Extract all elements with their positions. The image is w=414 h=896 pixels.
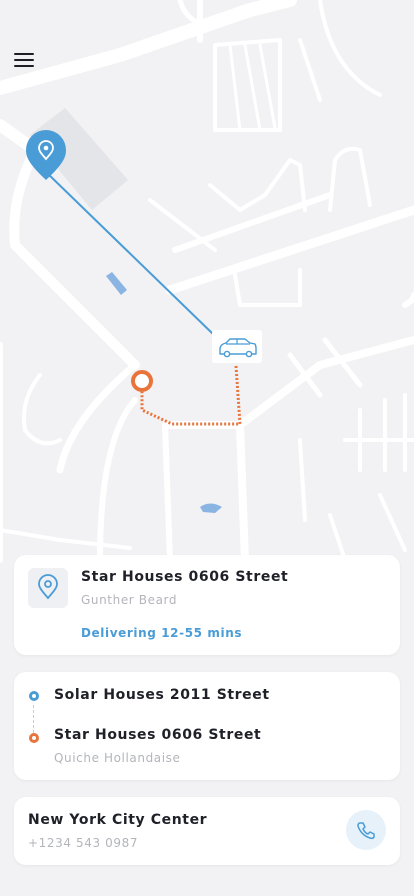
route-card: Solar Houses 2011 Street Star Houses 060… — [14, 672, 400, 780]
origin-dot — [29, 691, 39, 701]
contact-card: New York City Center +1234 543 0987 — [14, 797, 400, 865]
delivery-person: Gunther Beard — [81, 593, 178, 607]
hamburger-menu-icon[interactable] — [12, 50, 36, 70]
delivery-address: Star Houses 0606 Street — [81, 569, 289, 585]
destination-ring-icon[interactable] — [131, 370, 153, 392]
location-pin-icon — [28, 568, 68, 608]
call-button[interactable] — [346, 810, 386, 850]
route-connector — [33, 705, 34, 733]
destination-address: Star Houses 0606 Street — [54, 727, 262, 743]
delivery-eta: Delivering 12-55 mins — [81, 626, 243, 640]
contact-name: New York City Center — [28, 812, 208, 828]
road — [236, 421, 249, 564]
destination-dot — [29, 733, 39, 743]
destination-sub: Quiche Hollandaise — [54, 751, 181, 765]
delivery-card[interactable]: Star Houses 0606 Street Gunther Beard De… — [14, 555, 400, 655]
contact-phone: +1234 543 0987 — [28, 836, 139, 850]
car-icon[interactable] — [212, 330, 262, 363]
origin-address: Solar Houses 2011 Street — [54, 687, 270, 703]
phone-icon — [357, 822, 375, 840]
